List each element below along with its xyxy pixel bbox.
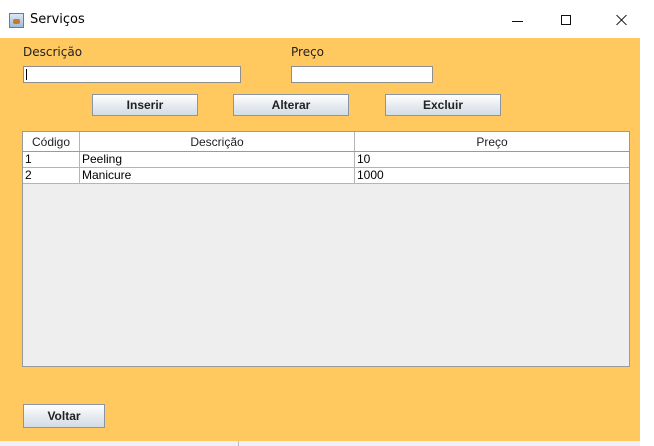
cell-descricao: Peeling bbox=[80, 152, 355, 167]
close-icon bbox=[615, 14, 627, 26]
cell-codigo: 2 bbox=[23, 168, 80, 183]
excluir-button[interactable]: Excluir bbox=[385, 94, 501, 116]
preco-input[interactable] bbox=[291, 66, 433, 83]
window-title: Serviços bbox=[30, 12, 85, 27]
table-row[interactable]: 1 Peeling 10 bbox=[23, 152, 629, 168]
servicos-table[interactable]: Código Descrição Preço 1 Peeling 10 2 Ma… bbox=[22, 131, 630, 367]
descricao-label: Descrição bbox=[23, 45, 83, 59]
alterar-button[interactable]: Alterar bbox=[233, 94, 349, 116]
minimize-button[interactable] bbox=[494, 5, 540, 35]
title-bar: Serviços bbox=[0, 0, 654, 38]
table-header: Código Descrição Preço bbox=[23, 132, 629, 152]
minimize-icon bbox=[511, 20, 523, 22]
inserir-button[interactable]: Inserir bbox=[92, 94, 198, 116]
cell-codigo: 1 bbox=[23, 152, 80, 167]
table-row[interactable]: 2 Manicure 1000 bbox=[23, 168, 629, 184]
voltar-button[interactable]: Voltar bbox=[23, 404, 105, 428]
cell-preco: 10 bbox=[357, 152, 371, 166]
column-header-descricao[interactable]: Descrição bbox=[80, 132, 355, 151]
java-app-icon bbox=[9, 13, 24, 28]
window-edge bbox=[640, 38, 654, 446]
text-caret bbox=[26, 69, 27, 80]
preco-label: Preço bbox=[291, 45, 325, 59]
cell-descricao: Manicure bbox=[80, 168, 355, 183]
column-header-preco[interactable]: Preço bbox=[355, 132, 629, 151]
close-button[interactable] bbox=[598, 5, 644, 35]
cell-preco: 1000 bbox=[357, 168, 384, 182]
column-header-codigo[interactable]: Código bbox=[23, 132, 80, 151]
taskbar-edge bbox=[0, 441, 640, 446]
maximize-button[interactable] bbox=[543, 5, 589, 35]
maximize-icon bbox=[561, 15, 571, 25]
descricao-input[interactable] bbox=[23, 66, 241, 83]
